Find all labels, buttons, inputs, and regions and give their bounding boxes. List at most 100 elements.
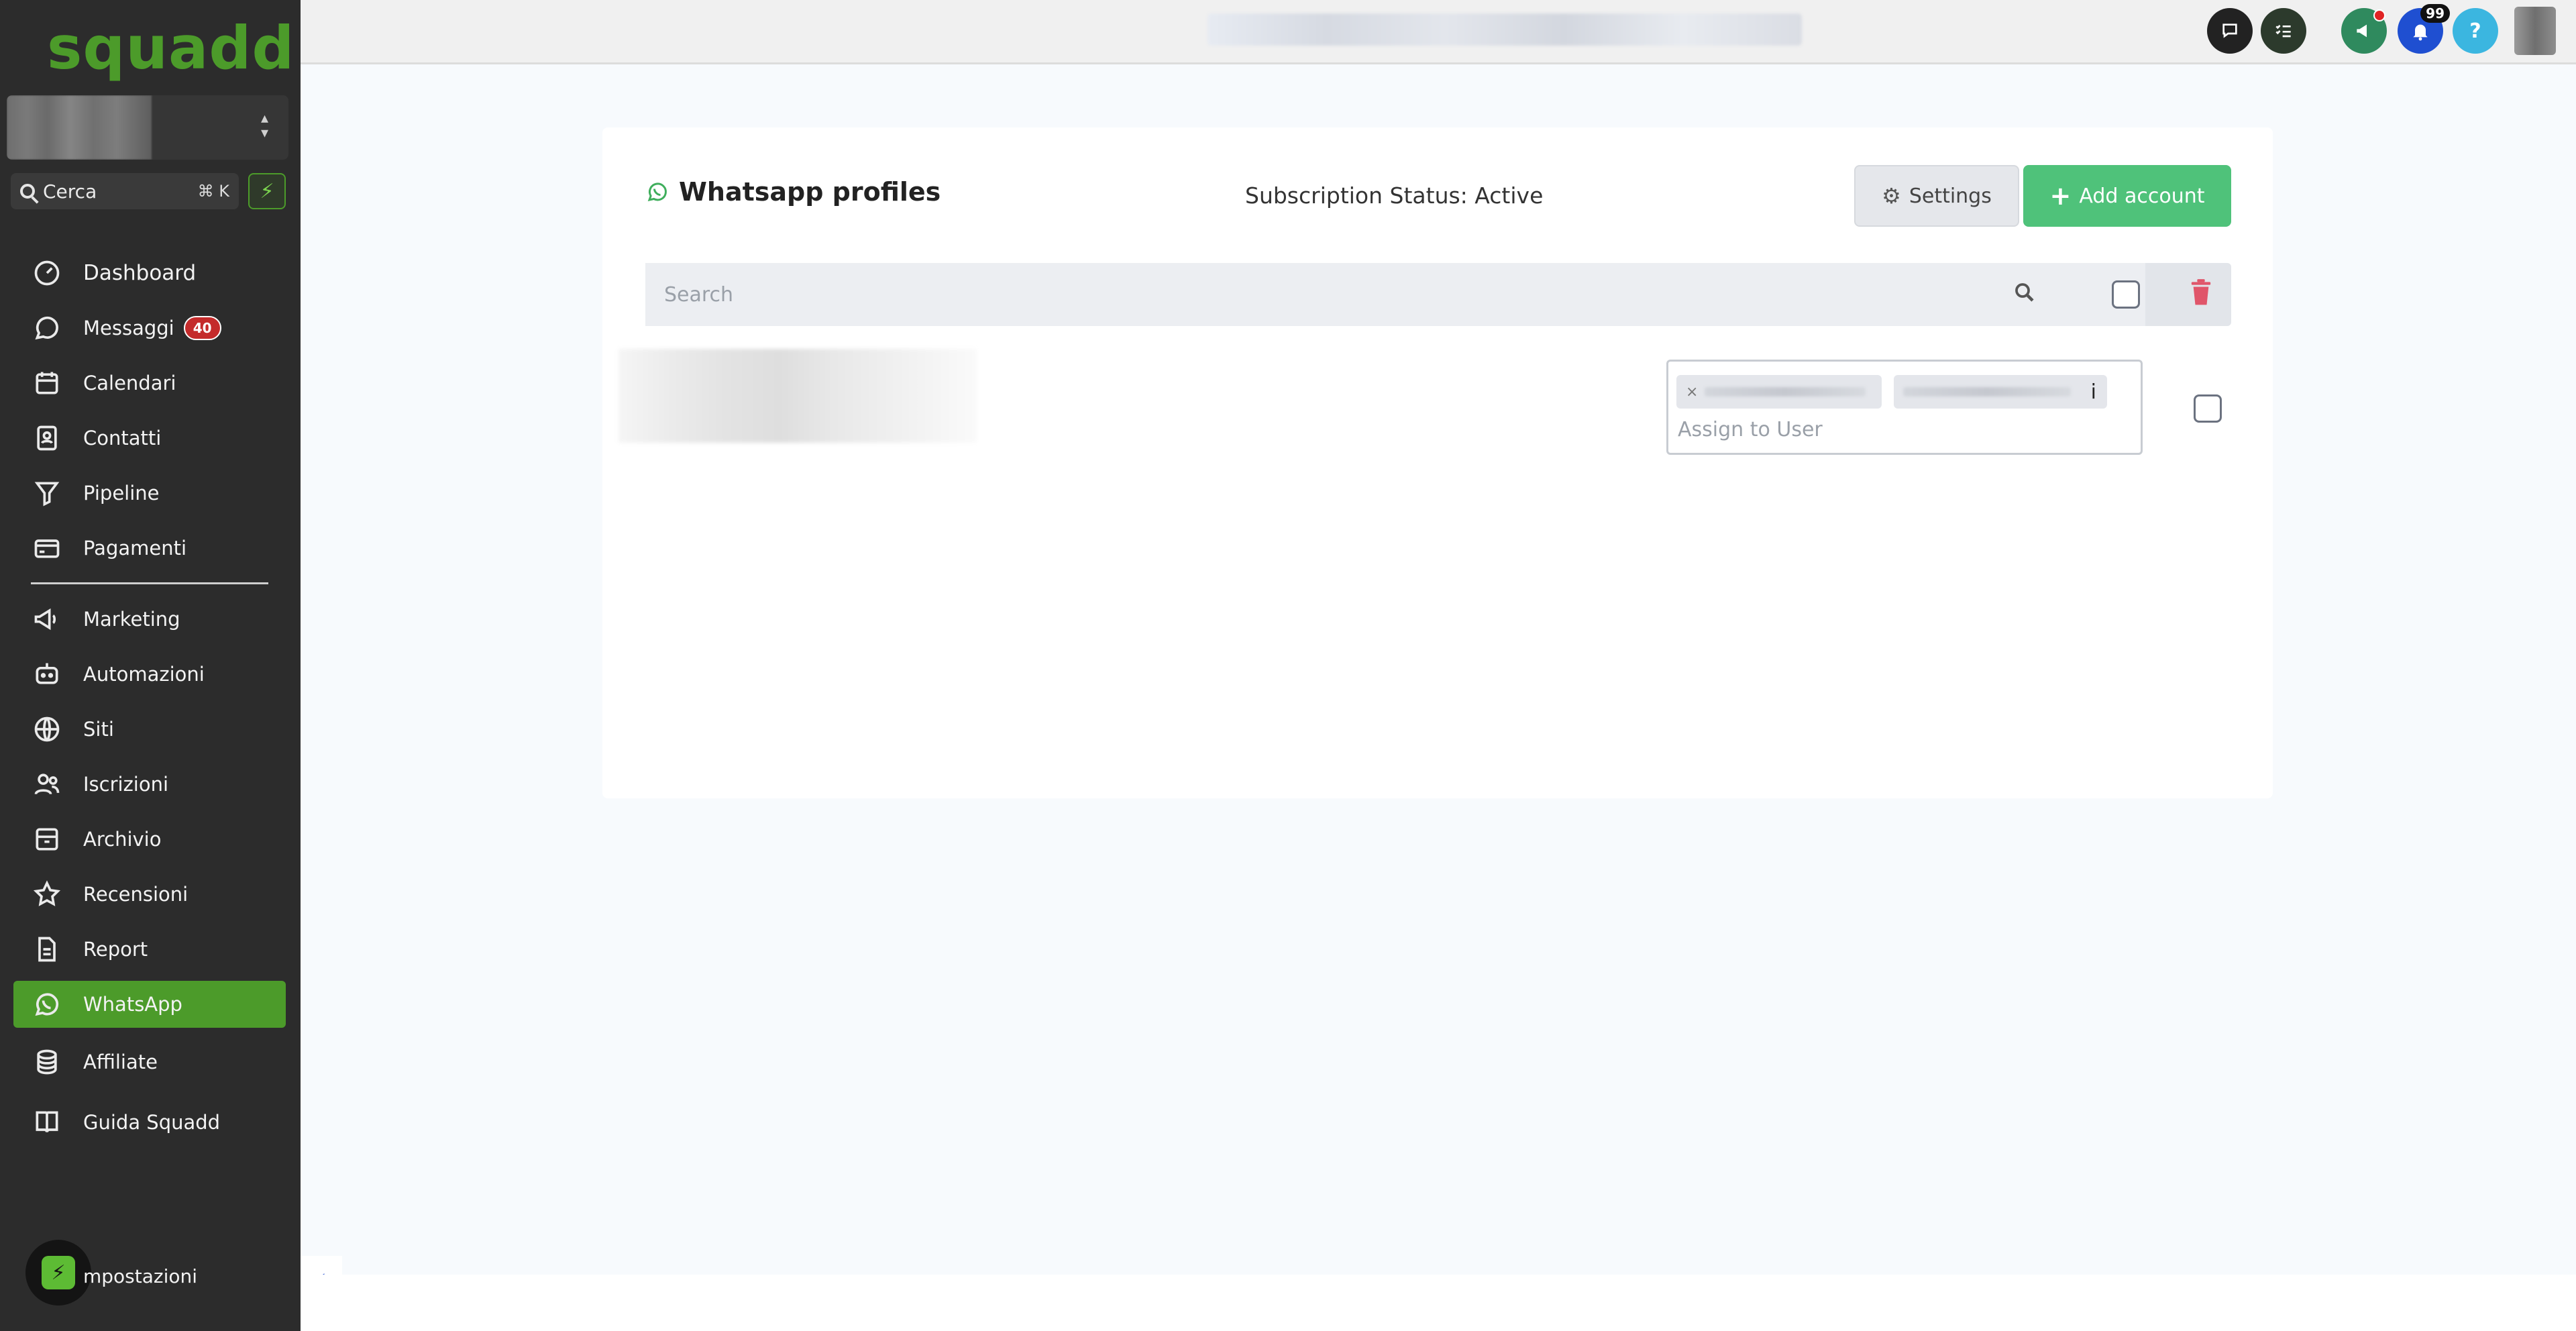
sidebar-item-report[interactable]: Report [13,926,286,973]
bulk-actions-area [2145,263,2231,326]
chip-remove-icon[interactable]: × [1686,384,1698,401]
top-banner-blurred [1208,13,1802,46]
chevron-updown-icon: ▴ ▾ [260,110,268,142]
add-account-button[interactable]: + Add account [2023,165,2231,227]
sidebar-item-calendari[interactable]: Calendari [13,360,286,407]
sidebar-item-pipeline[interactable]: Pipeline [13,470,286,517]
gear-icon: ⚙ [1882,183,1901,209]
sidebar-item-label: Guida Squadd [83,1111,221,1134]
sidebar-item-marketing[interactable]: Marketing [13,596,286,643]
book-icon [31,1106,63,1138]
sidebar-item-label: Marketing [83,608,180,631]
whatsapp-title-icon [647,182,667,202]
sidebar-item-label: WhatsApp [83,993,182,1016]
sidebar-item-label: Report [83,938,148,961]
announcement-dot [2373,9,2385,21]
select-all-checkbox[interactable] [2112,280,2140,309]
sidebar-item-label: Pagamenti [83,537,187,560]
chat-bubble-icon[interactable] [2207,8,2253,54]
globe-icon [31,713,63,745]
report-icon [31,933,63,965]
search-shortcut: ⌘ K [197,182,229,201]
page-title-text: Whatsapp profiles [679,177,941,207]
sidebar-item-whatsapp[interactable]: WhatsApp [13,981,286,1028]
whatsapp-profiles-card [602,127,2273,798]
plus-icon: + [2049,181,2072,211]
sidebar-item-pagamenti[interactable]: Pagamenti [13,525,286,572]
star-icon [31,878,63,910]
help-icon[interactable]: ? [2453,8,2498,54]
profiles-search-bar [645,263,2231,326]
subscription-status: Subscription Status: Active [1245,182,1544,209]
sidebar-item-archivio[interactable]: Archivio [13,816,286,863]
assign-user-placeholder: Assign to User [1678,418,1823,441]
sidebar-item-label: Dashboard [83,261,197,285]
sidebar-item-label: Automazioni [83,663,205,686]
bottom-strip [301,1275,2576,1331]
sidebar-search[interactable]: Cerca ⌘ K [11,173,239,209]
notifications-count: 99 [2420,4,2450,23]
row-checkbox[interactable] [2194,394,2222,423]
sidebar-item-label: Archivio [83,828,162,851]
sidebar: squadd ▴ ▾ Cerca ⌘ K ⚡ Dashboard Messaggi… [0,0,301,1331]
sidebar-item-label: Iscrizioni [83,773,169,796]
tasks-list-icon[interactable] [2261,8,2306,54]
assigned-user-chip: i [1894,375,2107,409]
robot-icon [31,658,63,690]
sidebar-item-impostazioni[interactable]: mpostazioni [83,1265,197,1287]
sidebar-item-messaggi[interactable]: Messaggi 40 [13,305,286,352]
delete-trash-icon[interactable] [2190,278,2212,307]
assigned-user-chip: × [1676,375,1882,409]
sidebar-item-iscrizioni[interactable]: Iscrizioni [13,761,286,808]
settings-button-label: Settings [1909,184,1992,208]
settings-button[interactable]: ⚙ Settings [1854,165,2019,227]
sidebar-item-label: Messaggi [83,317,174,339]
sidebar-item-label: Contatti [83,427,162,449]
quick-action-bolt-icon[interactable]: ⚡ [248,173,286,209]
sidebar-divider [31,582,268,584]
sidebar-item-siti[interactable]: Siti [13,706,286,753]
sidebar-item-recensioni[interactable]: Recensioni [13,871,286,918]
sidebar-item-label: Siti [83,718,114,741]
sidebar-item-label: Calendari [83,372,176,394]
info-icon[interactable]: i [2091,380,2096,404]
users-icon [31,768,63,800]
location-switcher[interactable]: ▴ ▾ [7,95,288,160]
whatsapp-icon [31,988,63,1020]
notifications-bell-icon[interactable]: 99 [2398,4,2450,54]
calendar-icon [31,367,63,399]
search-icon[interactable] [2012,280,2037,305]
dashboard-icon [31,257,63,289]
sidebar-item-label: Recensioni [83,883,189,906]
sidebar-item-label: Affiliate [83,1051,158,1073]
location-name-blurred [7,95,152,160]
coins-icon [31,1046,63,1078]
sidebar-item-dashboard[interactable]: Dashboard [13,250,286,297]
chat-icon [31,312,63,344]
page-title: Whatsapp profiles [645,177,941,207]
search-icon [20,184,35,199]
top-bar: 99 ? [301,0,2576,64]
profile-name-blurred [619,349,977,443]
app-logo[interactable]: squadd [47,13,294,83]
sidebar-item-automazioni[interactable]: Automazioni [13,651,286,698]
sidebar-item-guida-squadd[interactable]: Guida Squadd [13,1099,286,1146]
funnel-icon [31,477,63,509]
sidebar-search-label: Cerca [43,180,97,203]
assign-user-select[interactable]: × i Assign to User [1666,360,2143,455]
user-avatar[interactable] [2514,7,2556,55]
sidebar-item-affiliate[interactable]: Affiliate [13,1039,286,1085]
contacts-icon [31,422,63,454]
chip-name-blurred [1903,387,2071,396]
sidebar-item-contatti[interactable]: Contatti [13,415,286,462]
sidebar-item-label: Pipeline [83,482,160,504]
announcements-megaphone-icon[interactable] [2341,8,2387,54]
settings-app-icon: ⚡ [42,1256,75,1289]
unread-badge: 40 [183,316,221,340]
profiles-search-input[interactable] [645,263,2145,326]
chip-name-blurred [1705,387,1866,396]
archive-icon [31,823,63,855]
credit-card-icon [31,532,63,564]
megaphone-icon [31,603,63,635]
settings-launcher-button[interactable]: ⚡ [25,1240,91,1306]
